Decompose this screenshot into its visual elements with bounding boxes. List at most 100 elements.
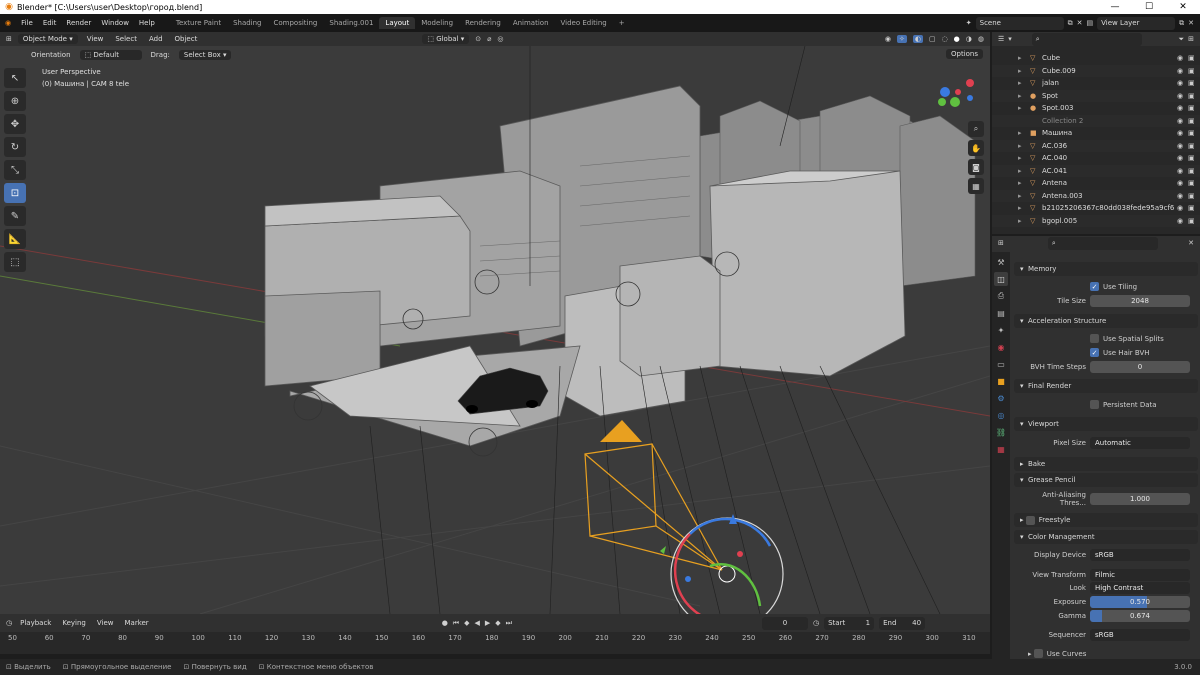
render-camera-icon[interactable]: ▣ [1188, 167, 1200, 175]
preview-range-icon[interactable]: ◷ [813, 619, 819, 627]
look-dropdown[interactable]: High Contrast [1090, 581, 1190, 594]
persistent-data-checkbox[interactable] [1090, 400, 1099, 409]
expand-icon[interactable]: ▸ [1018, 179, 1030, 187]
visibility-eye-icon[interactable]: ◉ [1177, 54, 1188, 62]
view-transform-dropdown[interactable]: Filmic [1090, 568, 1190, 581]
render-camera-icon[interactable]: ▣ [1188, 179, 1200, 187]
playback-menu[interactable]: Playback [17, 619, 54, 627]
wireframe-shading-icon[interactable]: ◌ [942, 35, 948, 43]
keying-menu[interactable]: Keying [59, 619, 89, 627]
expand-icon[interactable]: ▸ [1018, 192, 1030, 200]
visibility-eye-icon[interactable]: ◉ [1177, 117, 1188, 125]
world-tab-icon[interactable]: ◉ [994, 340, 1008, 354]
tab-modeling[interactable]: Modeling [415, 17, 459, 29]
ortho-grid-icon[interactable]: ▦ [968, 178, 984, 194]
outliner-item[interactable]: ▸ ▽ AC.040 ◉ ▣ [992, 152, 1200, 165]
expand-icon[interactable]: ▸ [1018, 129, 1030, 137]
render-camera-icon[interactable]: ▣ [1188, 104, 1200, 112]
outliner-item[interactable]: ▸ ▽ Antena ◉ ▣ [992, 177, 1200, 190]
timeline-editor-icon[interactable]: ◷ [6, 619, 12, 627]
grease-pencil-section[interactable]: ▾ Grease Pencil [1014, 473, 1198, 487]
collection-tab-icon[interactable]: ▭ [994, 357, 1008, 371]
render-camera-icon[interactable]: ▣ [1188, 79, 1200, 87]
expand-icon[interactable]: ▸ [1018, 204, 1030, 212]
outliner-item[interactable]: ▸ ▽ bgopl.005 ◉ ▣ [992, 214, 1200, 227]
render-tab-icon[interactable]: ◫ [994, 272, 1008, 286]
tab-video-editing[interactable]: Video Editing [555, 17, 613, 29]
tab-animation[interactable]: Animation [507, 17, 555, 29]
add-cube-tool-icon[interactable]: ⬚ [4, 252, 26, 272]
visibility-eye-icon[interactable]: ◉ [1177, 92, 1188, 100]
visibility-eye-icon[interactable]: ◉ [1177, 104, 1188, 112]
hair-bvh-checkbox[interactable]: ✓ [1090, 348, 1099, 357]
select-menu[interactable]: Select [112, 35, 140, 43]
outliner-editor-icon[interactable]: ☰ [998, 35, 1004, 43]
tab-compositing[interactable]: Compositing [268, 17, 324, 29]
modifier-tab-icon[interactable]: ⚙ [994, 391, 1008, 405]
outliner-item[interactable]: ▸ ▽ AC.036 ◉ ▣ [992, 139, 1200, 152]
camera-view-icon[interactable]: ◙ [968, 159, 984, 175]
render-camera-icon[interactable]: ▣ [1188, 204, 1200, 212]
sequencer-dropdown[interactable]: sRGB [1090, 628, 1190, 641]
render-camera-icon[interactable]: ▣ [1188, 129, 1200, 137]
view-layer-selector[interactable]: View Layer [1097, 16, 1176, 30]
menu-window[interactable]: Window [96, 19, 134, 27]
color-management-section[interactable]: ▾ Color Management [1014, 530, 1198, 544]
visibility-eye-icon[interactable]: ◉ [1177, 79, 1188, 87]
use-curves-checkbox[interactable] [1033, 649, 1043, 658]
rotate-tool-icon[interactable]: ↻ [4, 137, 26, 157]
move-tool-icon[interactable]: ✥ [4, 114, 26, 134]
object-menu[interactable]: Object [172, 35, 201, 43]
measure-tool-icon[interactable]: 📐 [4, 229, 26, 249]
drag-dropdown[interactable]: Select Box ▾ [178, 50, 232, 60]
outliner-item[interactable]: ▸ ▽ b21025206367c80dd038fede95a9cf6 ◉ ▣ [992, 202, 1200, 215]
pixel-size-dropdown[interactable]: Automatic [1090, 436, 1190, 449]
outliner-item[interactable]: ▸ ▽ Cube.009 ◉ ▣ [992, 64, 1200, 77]
tab-layout[interactable]: Layout [379, 17, 416, 29]
use-tiling-checkbox[interactable]: ✓ [1090, 282, 1099, 291]
annotate-tool-icon[interactable]: ✎ [4, 206, 26, 226]
aa-threshold-field[interactable]: 1.000 [1090, 492, 1190, 505]
render-camera-icon[interactable]: ▣ [1188, 54, 1200, 62]
menu-render[interactable]: Render [61, 19, 96, 27]
exposure-slider[interactable]: 0.570 [1090, 595, 1190, 608]
properties-editor-icon[interactable]: ⊞ [998, 239, 1004, 247]
add-menu[interactable]: Add [146, 35, 166, 43]
current-frame-field[interactable]: 0 [761, 616, 808, 630]
persistent-data-row[interactable]: Persistent Data [1014, 398, 1198, 411]
memory-section[interactable]: ▾ Memory [1014, 262, 1198, 276]
gizmo-icon[interactable]: ✧ [896, 35, 907, 43]
spatial-splits-row[interactable]: Use Spatial Splits [1014, 332, 1198, 345]
play-icon[interactable]: ▶ [485, 619, 490, 627]
visibility-eye-icon[interactable]: ◉ [1177, 129, 1188, 137]
render-camera-icon[interactable]: ▣ [1188, 117, 1200, 125]
outliner-search-input[interactable]: ⌕ [1031, 32, 1142, 46]
expand-icon[interactable]: ▸ [1018, 54, 1030, 62]
timeline-view-menu[interactable]: View [94, 619, 117, 627]
rendered-shading-icon[interactable]: ◍ [978, 35, 984, 43]
outliner-item[interactable]: ▸ ▽ Cube ◉ ▣ [992, 52, 1200, 65]
scene-tab-icon[interactable]: ✦ [994, 323, 1008, 337]
tile-size-field[interactable]: 2048 [1090, 294, 1190, 307]
scene-selector[interactable]: Scene [975, 16, 1064, 30]
freestyle-section[interactable]: ▸ Freestyle [1014, 513, 1198, 527]
pivot-icon[interactable]: ⊙ [475, 35, 481, 43]
final-render-section[interactable]: ▾ Final Render [1014, 379, 1198, 393]
outliner-item[interactable]: ▸ ▽ Antena.003 ◉ ▣ [992, 189, 1200, 202]
acceleration-section[interactable]: ▾ Acceleration Structure [1014, 314, 1198, 328]
orientation-dropdown[interactable]: ⬚ Default [79, 50, 142, 60]
jump-end-icon[interactable]: ⏭ [506, 619, 512, 628]
xray-icon[interactable]: ▢ [929, 35, 936, 43]
prev-key-icon[interactable]: ◆ [464, 619, 469, 627]
end-frame-field[interactable]: End 40 [879, 616, 926, 630]
scale-tool-icon[interactable]: ⤡ [4, 160, 26, 180]
bvh-time-steps-field[interactable]: 0 [1090, 360, 1190, 373]
visibility-eye-icon[interactable]: ◉ [1177, 179, 1188, 187]
expand-icon[interactable]: ▸ [1018, 167, 1030, 175]
blender-menu-icon[interactable]: ◉ [0, 19, 16, 27]
display-device-dropdown[interactable]: sRGB [1090, 548, 1190, 561]
expand-icon[interactable]: ▸ [1018, 142, 1030, 150]
outliner-item[interactable]: ▸ ▽ jalan ◉ ▣ [992, 77, 1200, 90]
visibility-eye-icon[interactable]: ◉ [1177, 154, 1188, 162]
visibility-icon[interactable]: ◉ [885, 35, 891, 43]
